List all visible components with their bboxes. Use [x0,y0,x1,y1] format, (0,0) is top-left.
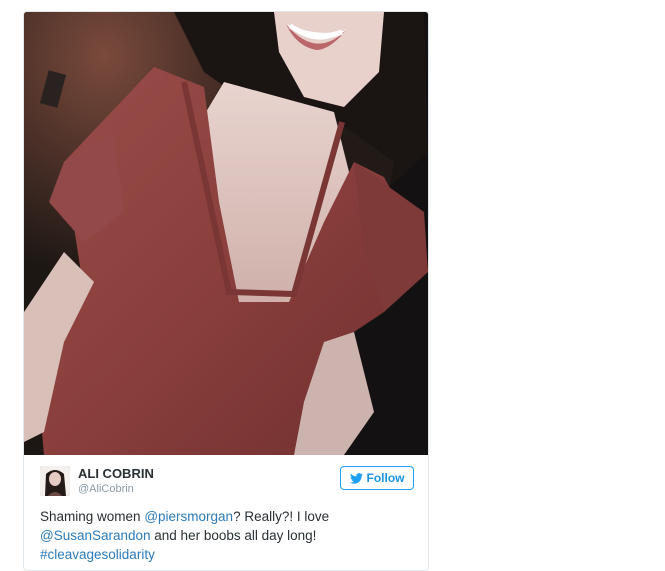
tweet-text-part: Shaming women [40,509,145,524]
twitter-bird-icon [349,472,363,484]
hashtag-link[interactable]: #cleavagesolidarity [40,547,155,562]
author-names: ALI COBRIN @AliCobrin [78,466,154,497]
follow-button-label: Follow [366,471,405,485]
photo-image [24,12,428,455]
tweet-text-part: ? Really?! I love [233,509,330,524]
tweet-photo[interactable] [24,12,428,455]
author-display-name[interactable]: ALI COBRIN [78,466,154,482]
tweet-text-part: and her boobs all day long! [150,528,317,543]
follow-button[interactable]: Follow [340,466,414,490]
mention-link[interactable]: @piersmorgan [144,509,233,524]
mention-link[interactable]: @SusanSarandon [40,528,151,543]
author-avatar[interactable] [40,466,70,496]
tweet-text: Shaming women @piersmorgan? Really?! I l… [40,507,414,564]
tweet-author-row: ALI COBRIN @AliCobrin Follow [40,466,414,502]
embedded-tweet-card: ALI COBRIN @AliCobrin Follow Shaming wom… [23,11,429,571]
author-handle[interactable]: @AliCobrin [78,482,154,497]
avatar-image [40,466,70,496]
